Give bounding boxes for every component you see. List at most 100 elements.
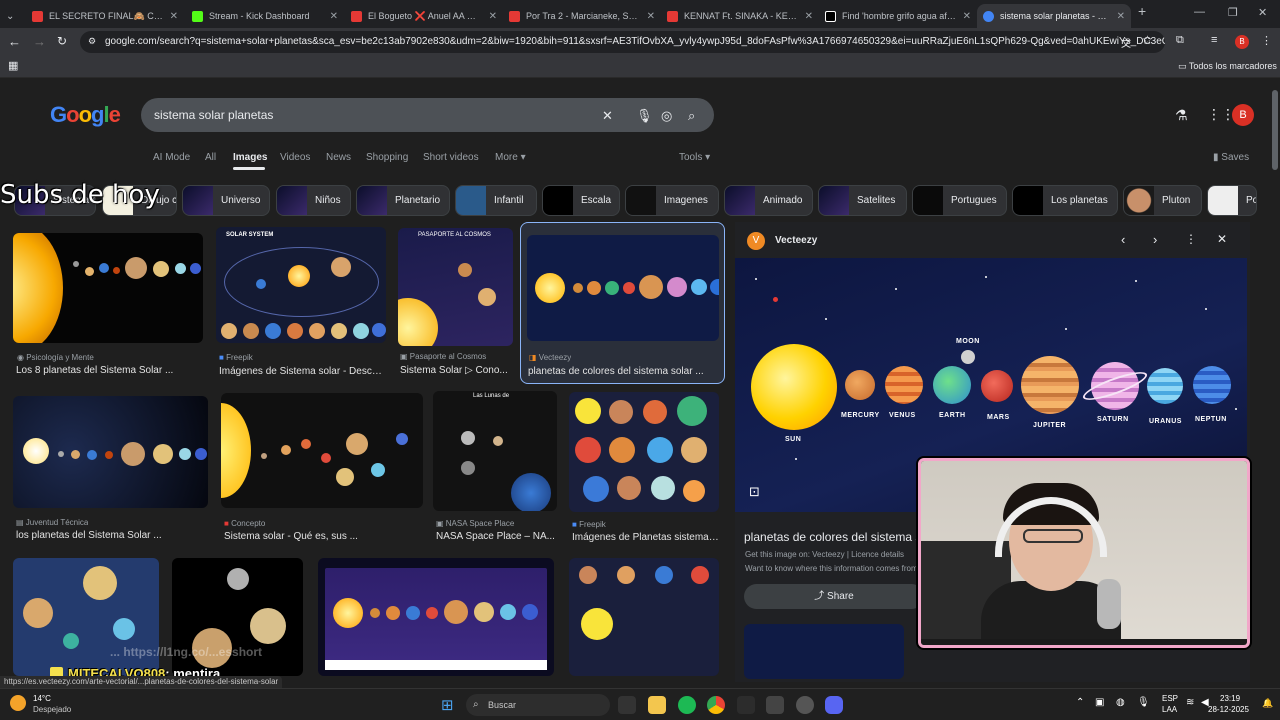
- close-tab-icon[interactable]: ✕: [330, 11, 338, 22]
- tray-chevron-icon[interactable]: ⌃: [1076, 697, 1084, 708]
- url-field[interactable]: google.com/search?q=sistema+solar+planet…: [80, 31, 1165, 53]
- chip-portugues[interactable]: Portugues: [912, 185, 1007, 216]
- taskbar-search[interactable]: ⌕ Buscar: [466, 694, 610, 716]
- obs-like-icon[interactable]: [737, 696, 755, 714]
- app-icon[interactable]: [766, 696, 784, 714]
- image-result-8[interactable]: ■ Freepik Imágenes de Planetas sistema .…: [569, 392, 719, 544]
- tab-3[interactable]: El Bogueto ❌ Anuel AA ❌ Yu ✕: [345, 4, 503, 28]
- back-icon[interactable]: ←: [8, 34, 21, 49]
- all-bookmarks[interactable]: ▭ Todos los marcadores: [1178, 61, 1277, 72]
- task-view-icon[interactable]: [618, 696, 636, 714]
- chip-ninos[interactable]: Niños: [276, 185, 351, 216]
- related-image[interactable]: [744, 624, 904, 679]
- chip-universo[interactable]: Universo: [182, 185, 270, 216]
- image-result-12[interactable]: [569, 558, 719, 676]
- tab-images[interactable]: Images: [233, 152, 267, 163]
- page-scrollbar[interactable]: [1272, 90, 1278, 170]
- notifications-icon[interactable]: 🔔: [1262, 698, 1273, 709]
- get-image-link[interactable]: Get this image on: Vecteezy | Licence de…: [745, 550, 925, 559]
- search-icon[interactable]: ⌕: [688, 108, 695, 124]
- close-tab-icon[interactable]: ✕: [1117, 11, 1125, 22]
- close-tab-icon[interactable]: ✕: [805, 11, 813, 22]
- close-tab-icon[interactable]: ✕: [963, 11, 971, 22]
- bookmark-star-icon[interactable]: ☆: [1142, 33, 1153, 47]
- tray-mic-icon[interactable]: 🎙: [1137, 697, 1150, 708]
- chip-los-planetas[interactable]: Los planetas: [1012, 185, 1118, 216]
- weather-icon[interactable]: [10, 695, 26, 711]
- close-tab-icon[interactable]: ✕: [170, 11, 178, 22]
- tab-1[interactable]: EL SECRETO FINAL🙈 Capítulo ✕: [26, 4, 184, 28]
- close-panel-icon[interactable]: ✕: [1217, 232, 1227, 246]
- tab-2[interactable]: Stream - Kick Dashboard ✕: [186, 4, 344, 28]
- lens-search-icon[interactable]: ⊡: [749, 484, 760, 500]
- account-avatar[interactable]: B: [1232, 104, 1254, 126]
- close-tab-icon[interactable]: ✕: [647, 11, 655, 22]
- chip-satelites[interactable]: Satelites: [818, 185, 907, 216]
- close-window-button[interactable]: ✕: [1258, 6, 1267, 19]
- more-options-icon[interactable]: ⋮: [1185, 232, 1197, 246]
- site-info-icon[interactable]: ⚙: [88, 36, 96, 47]
- saves-button[interactable]: ▮ Saves: [1213, 152, 1249, 163]
- wifi-icon[interactable]: ≋: [1186, 697, 1194, 708]
- chip-planetario[interactable]: Planetario: [356, 185, 450, 216]
- tray-icon[interactable]: ◍: [1116, 697, 1125, 708]
- language-indicator[interactable]: ESP: [1162, 694, 1178, 703]
- labs-icon[interactable]: ⚗: [1175, 107, 1188, 124]
- google-logo[interactable]: Google: [50, 102, 121, 128]
- image-result-11[interactable]: [318, 558, 554, 676]
- tab-short-videos[interactable]: Short videos: [423, 152, 479, 163]
- extensions-icon[interactable]: ⧉: [1176, 34, 1184, 47]
- tab-4[interactable]: Por Tra 2 - Marcianeke, SexyZu ✕: [503, 4, 661, 28]
- tab-6[interactable]: Find 'hombre grifo agua africa ✕: [819, 4, 977, 28]
- clock-time[interactable]: 23:19: [1220, 694, 1240, 703]
- panel-title[interactable]: planetas de colores del sistema solar: [744, 530, 934, 544]
- search-input[interactable]: sistema solar planetas: [141, 98, 714, 132]
- profile-avatar[interactable]: B: [1235, 35, 1249, 49]
- tab-all[interactable]: All: [205, 152, 216, 163]
- clear-icon[interactable]: ✕: [602, 108, 613, 124]
- forward-icon[interactable]: →: [33, 34, 46, 49]
- reload-icon[interactable]: ↻: [57, 34, 67, 48]
- google-apps-icon[interactable]: ⋮⋮: [1207, 106, 1235, 123]
- tab-more[interactable]: More ▾: [495, 152, 526, 163]
- clock-date[interactable]: 28-12-2025: [1208, 705, 1249, 714]
- image-result-2[interactable]: SOLAR SYSTEM ■ Freepik Imágenes de Siste…: [216, 227, 386, 378]
- maximize-button[interactable]: ❐: [1228, 6, 1238, 19]
- tab-news[interactable]: News: [326, 152, 351, 163]
- tab-videos[interactable]: Videos: [280, 152, 310, 163]
- chrome-icon[interactable]: [707, 696, 725, 714]
- lens-icon[interactable]: ◎: [661, 108, 672, 124]
- tab-5[interactable]: KENNAT Ft. SINAKA - KE KE (Vi ✕: [661, 4, 819, 28]
- image-result-1[interactable]: ◉ Psicología y Mente Los 8 planetas del …: [13, 233, 203, 378]
- spotify-icon[interactable]: [678, 696, 696, 714]
- chip-escala[interactable]: Escala: [542, 185, 620, 216]
- chip-animado[interactable]: Animado: [724, 185, 813, 216]
- minimize-button[interactable]: —: [1194, 6, 1205, 18]
- image-result-4-selected[interactable]: ◨ Vecteezy planetas de colores del siste…: [520, 222, 725, 384]
- image-result-3[interactable]: PASAPORTE AL COSMOS ▣ Pasaporte al Cosmo…: [398, 228, 513, 378]
- windows-start-icon[interactable]: ⊞: [441, 696, 454, 714]
- tab-7-active[interactable]: sistema solar planetas - Google ✕: [977, 4, 1131, 28]
- tab-search-icon[interactable]: ⌄: [0, 4, 18, 28]
- file-explorer-icon[interactable]: [648, 696, 666, 714]
- panel-source[interactable]: Vecteezy: [775, 235, 817, 246]
- discord-icon[interactable]: [825, 696, 843, 714]
- translate-icon[interactable]: 文: [1121, 35, 1131, 50]
- microphone-icon[interactable]: 🎙: [636, 108, 653, 124]
- chip-imagenes[interactable]: Imagenes: [625, 185, 719, 216]
- tab-ai-mode[interactable]: AI Mode: [153, 152, 190, 163]
- previous-icon[interactable]: ‹: [1121, 232, 1125, 247]
- chip-pluton[interactable]: Pluton: [1123, 185, 1202, 216]
- app-icon[interactable]: [796, 696, 814, 714]
- next-icon[interactable]: ›: [1153, 232, 1157, 247]
- tab-shopping[interactable]: Shopping: [366, 152, 408, 163]
- image-result-7[interactable]: Las Lunas de ▣ NASA Space Place NASA Spa…: [433, 391, 557, 544]
- tray-icon[interactable]: ▣: [1095, 697, 1104, 708]
- new-tab-button[interactable]: +: [1138, 3, 1146, 19]
- tools-button[interactable]: Tools ▾: [679, 152, 710, 163]
- close-tab-icon[interactable]: ✕: [489, 11, 497, 22]
- image-result-6[interactable]: ■ Concepto Sistema solar - Qué es, sus .…: [221, 393, 423, 544]
- chip-po[interactable]: Po: [1207, 185, 1257, 216]
- media-icon[interactable]: ≡: [1211, 34, 1217, 46]
- share-button[interactable]: ⤴ Share: [744, 584, 924, 609]
